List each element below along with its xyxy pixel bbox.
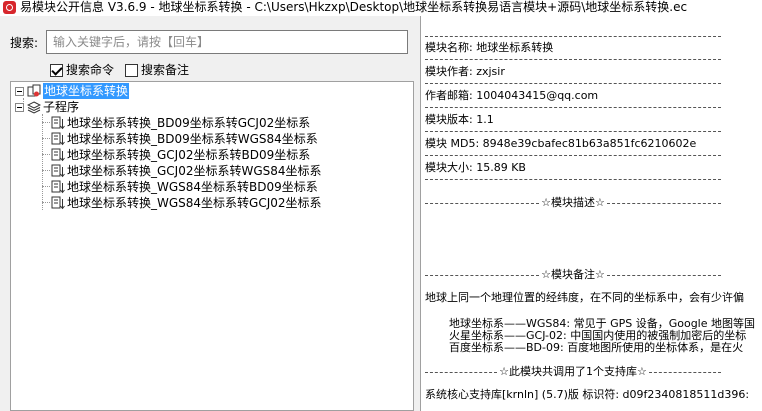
tree-line [42,170,50,171]
tree-item[interactable]: 地球坐标系转换_WGS84坐标系转BD09坐标系 [51,179,318,195]
tree-item[interactable]: 地球坐标系转换_BD09坐标系转GCJ02坐标系 [51,115,310,131]
search-input[interactable] [46,30,408,54]
subroutine-icon [51,196,65,210]
subroutine-icon [51,132,65,146]
tree-line [42,122,50,123]
divider [425,131,721,132]
tree-root-node[interactable]: 地球坐标系转换 [15,83,130,99]
tree-line [42,154,50,155]
module-name: 模块名称: 地球坐标系转换 [425,41,554,54]
tree-item-label[interactable]: 地球坐标系转换_BD09坐标系转WGS84坐标系 [67,131,318,147]
search-commands-label: 搜索命令 [66,63,115,77]
tree-line [42,138,50,139]
tree-line [42,186,50,187]
tree-item[interactable]: 地球坐标系转换_GCJ02坐标系转WGS84坐标系 [51,163,322,179]
description-header-label: ☆模块描述☆ [541,196,605,209]
layers-icon [27,101,41,114]
notes-intro: 地球上同一个地理位置的经纬度，在不同的坐标系中，会有少许偏 [425,291,744,304]
divider [425,59,721,60]
app-icon [3,1,16,14]
subroutine-icon [51,180,65,194]
search-commands-checkbox[interactable]: 搜索命令 [50,63,114,77]
subroutine-icon [51,164,65,178]
library-header: ☆此模块共调用了1个支持库☆ [425,365,722,379]
library-entry: 系统核心支持库[krnln] (5.7)版 标识符: d09f234081851… [425,388,750,401]
module-md5: 模块 MD5: 8948e39cbafec81b63a851fc6210602e [425,137,697,150]
tree-item[interactable]: 地球坐标系转换_GCJ02坐标系转BD09坐标系 [51,147,310,163]
window-title: 易模块公开信息 V3.6.9 - 地球坐标系转换 - C:\Users\Hkzx… [20,0,688,14]
tree-line [42,202,50,203]
tree-group-node[interactable]: 子程序 [15,99,79,115]
collapse-toggle-icon[interactable] [15,86,24,96]
module-icon [27,84,41,97]
tree-item[interactable]: 地球坐标系转换_BD09坐标系转WGS84坐标系 [51,131,318,147]
checkbox-unchecked-icon[interactable] [125,63,138,77]
search-notes-checkbox[interactable]: 搜索备注 [125,63,189,77]
module-tree[interactable]: 地球坐标系转换 子程序 地球坐标系转换_BD09坐标系转GCJ02坐标系 地球坐… [10,81,414,411]
author-email: 作者邮箱: 1004043415@qq.com [425,89,599,102]
checkbox-checked-icon[interactable] [50,63,63,77]
module-author: 模块作者: zxjsir [425,65,505,78]
tree-item[interactable]: 地球坐标系转换_WGS84坐标系转GCJ02坐标系 [51,195,322,211]
divider [425,83,721,84]
tree-item-label[interactable]: 地球坐标系转换_WGS84坐标系转GCJ02坐标系 [67,195,322,211]
title-bar: 易模块公开信息 V3.6.9 - 地球坐标系转换 - C:\Users\Hkzx… [0,0,762,16]
tree-line [42,114,43,210]
tree-item-label[interactable]: 地球坐标系转换_WGS84坐标系转BD09坐标系 [67,179,318,195]
divider [425,107,721,108]
tree-item-label[interactable]: 地球坐标系转换_GCJ02坐标系转BD09坐标系 [67,147,310,163]
library-header-label: ☆此模块共调用了1个支持库☆ [499,365,647,378]
subroutine-icon [51,148,65,162]
search-label: 搜索: [10,36,39,50]
tree-group-label: 子程序 [43,100,80,114]
subroutine-icon [51,116,65,130]
tree-item-label[interactable]: 地球坐标系转换_GCJ02坐标系转WGS84坐标系 [67,163,322,179]
tree-root-label[interactable]: 地球坐标系转换 [43,83,130,99]
divider [425,179,721,180]
module-info-panel[interactable]: 模块名称: 地球坐标系转换 模块作者: zxjsir 作者邮箱: 1004043… [420,16,762,411]
divider [425,36,721,37]
notes-bd09: 百度坐标系——BD-09: 百度地图所使用的坐标体系，是在火 [449,341,744,354]
module-size: 模块大小: 15.89 KB [425,161,526,174]
notes-header-label: ☆模块备注☆ [541,268,605,281]
module-version: 模块版本: 1.1 [425,113,494,126]
left-panel: 搜索: 搜索命令 搜索备注 地球坐标系转换 [0,16,414,411]
collapse-toggle-icon[interactable] [15,102,24,112]
divider [425,155,721,156]
search-notes-label: 搜索备注 [141,63,190,77]
description-header: ☆模块描述☆ [425,196,722,210]
notes-header: ☆模块备注☆ [425,268,722,282]
tree-item-label[interactable]: 地球坐标系转换_BD09坐标系转GCJ02坐标系 [67,115,310,131]
